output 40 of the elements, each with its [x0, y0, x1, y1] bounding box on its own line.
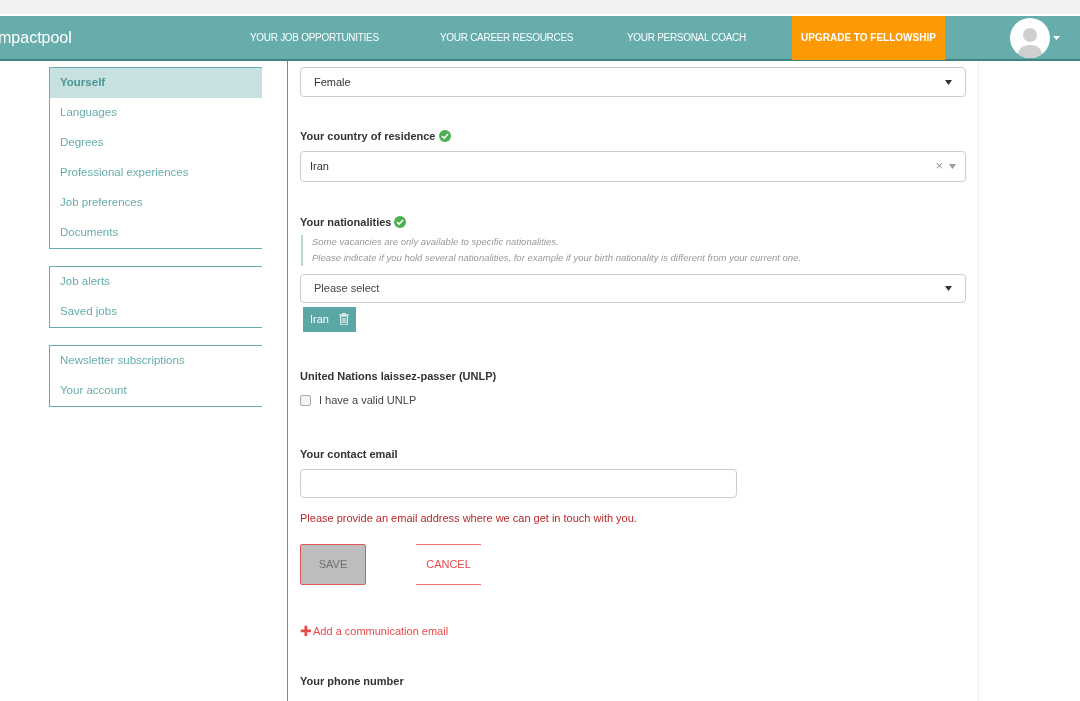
dropdown-caret-icon[interactable] [945, 79, 952, 85]
save-button[interactable]: SAVE [300, 543, 366, 585]
sidebar-item[interactable]: Yourself [50, 68, 262, 98]
tag-label: Iran [310, 311, 329, 327]
gender-select[interactable]: Female [300, 67, 966, 97]
avatar-icon[interactable] [1010, 17, 1050, 58]
sidebar-item[interactable]: Saved jobs [50, 297, 262, 327]
field-label: Your country of residence [300, 129, 436, 144]
hint-text: Some vacancies are only available to specific nationalities. [312, 235, 560, 249]
add-email-link[interactable]: Add a communication email [313, 622, 449, 639]
nav-link[interactable]: YOUR JOB OPPORTUNITIES [250, 30, 440, 45]
country-select[interactable]: Iran × [300, 150, 966, 182]
field-label: Your phone number [300, 674, 405, 689]
sidebar-item[interactable]: Languages [50, 98, 262, 128]
error-message: Please provide an email address where we can get in touch with you. [300, 511, 638, 526]
trash-icon[interactable] [338, 313, 349, 325]
sidebar-item[interactable]: Documents [50, 218, 262, 248]
plus-icon[interactable]: ✚ [300, 623, 312, 638]
nav-link[interactable]: YOUR PERSONAL COACH [627, 30, 792, 45]
checkbox[interactable] [300, 394, 311, 406]
field-label: United Nations laissez-passer (UNLP) [300, 368, 498, 384]
sidebar-item[interactable]: Your account [50, 376, 262, 406]
hint-text: Please indicate if you hold several nationalities, for example if your birth nationality is different from your current one. [312, 251, 802, 266]
email-input-field[interactable] [300, 469, 737, 498]
dropdown-caret-icon[interactable] [945, 285, 952, 291]
nav-link[interactable]: YOUR CAREER RESOURCES [440, 30, 627, 45]
upgrade-button[interactable]: UPGRADE TO FELLOWSHIP [792, 15, 945, 60]
cancel-button[interactable]: CANCEL [416, 543, 481, 585]
sidebar-item[interactable]: Job alerts [50, 267, 262, 297]
clear-icon[interactable]: × [935, 156, 943, 176]
sidebar-item[interactable]: Job preferences [50, 188, 262, 218]
nationality-select[interactable]: Please select [300, 273, 966, 303]
field-label: Your nationalities [300, 214, 392, 230]
sidebar-item[interactable]: Newsletter subscriptions [50, 346, 262, 376]
field-label: Your contact email [300, 446, 399, 462]
caret-icon[interactable] [1053, 35, 1060, 40]
sidebar-item[interactable]: Professional experiences [50, 158, 262, 188]
nationality-tag[interactable]: Iran [303, 306, 356, 332]
sidebar-item[interactable]: Degrees [50, 128, 262, 158]
checkbox-label[interactable]: I have a valid UNLP [319, 392, 417, 409]
